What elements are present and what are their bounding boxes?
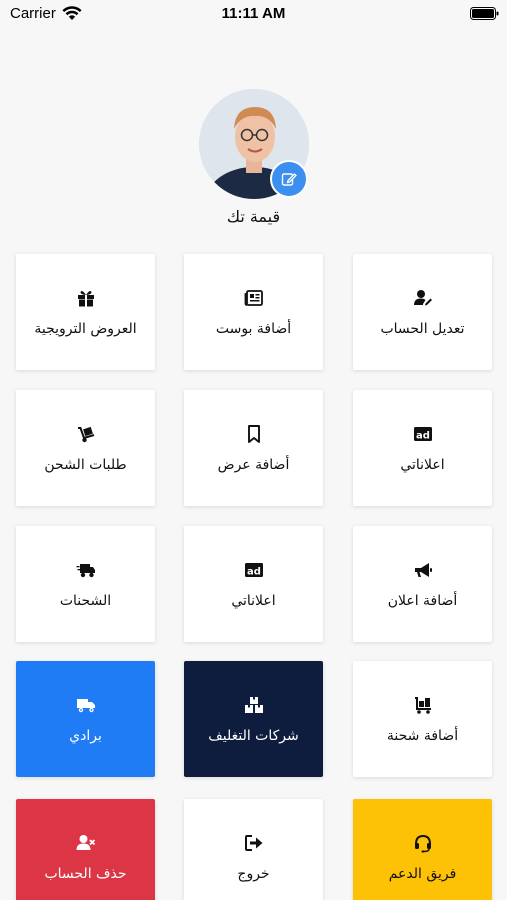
add-offer-card[interactable]: أضافة عرض: [184, 390, 323, 506]
delete-account-card[interactable]: حذف الحساب: [16, 799, 155, 900]
dolly-flatbed-icon: [412, 694, 434, 716]
add-ad-card[interactable]: أضافة اعلان: [353, 526, 492, 642]
svg-text:ad: ad: [247, 567, 261, 578]
menu-label: أضافة شحنة: [386, 728, 459, 744]
shipping-fast-icon: [75, 559, 97, 581]
promotions-card[interactable]: العروض الترويجية: [16, 254, 155, 370]
ad-icon: ad: [243, 559, 265, 581]
menu-label: اعلاناتي: [231, 593, 276, 609]
truck-icon: [75, 694, 97, 716]
refrigerators-card[interactable]: برادي: [16, 661, 155, 777]
logout-card[interactable]: خروج: [184, 799, 323, 900]
menu-label: أضافة اعلان: [387, 593, 458, 609]
headset-icon: [412, 832, 434, 854]
menu-label: طلبات الشحن: [44, 457, 127, 473]
menu-label: العروض الترويجية: [34, 321, 137, 337]
menu-label: خروج: [237, 866, 270, 882]
my-ads-card-2[interactable]: ad اعلاناتي: [184, 526, 323, 642]
user-edit-icon: [412, 287, 434, 309]
menu-label: أضافة بوست: [215, 321, 292, 337]
packaging-companies-card[interactable]: شركات التغليف: [184, 661, 323, 777]
add-shipment-card[interactable]: أضافة شحنة: [353, 661, 492, 777]
bookmark-icon: [243, 423, 265, 445]
edit-account-card[interactable]: تعديل الحساب: [353, 254, 492, 370]
user-remove-icon: [75, 832, 97, 854]
gift-icon: [75, 287, 97, 309]
menu-label: تعديل الحساب: [380, 321, 465, 337]
menu-label: برادي: [69, 728, 102, 744]
my-ads-card[interactable]: ad اعلاناتي: [353, 390, 492, 506]
megaphone-icon: [412, 559, 434, 581]
svg-text:ad: ad: [416, 431, 430, 442]
dolly-icon: [75, 423, 97, 445]
sign-out-icon: [243, 832, 265, 854]
add-post-card[interactable]: أضافة بوست: [184, 254, 323, 370]
boxes-icon: [243, 694, 265, 716]
menu-label: حذف الحساب: [44, 866, 127, 882]
menu-label: شركات التغليف: [208, 728, 299, 744]
screen: Carrier 11:11 AM قيمة تك تعديل الحساب أض…: [0, 0, 507, 900]
shipments-card[interactable]: الشحنات: [16, 526, 155, 642]
support-team-card[interactable]: فريق الدعم: [353, 799, 492, 900]
menu-label: فريق الدعم: [388, 866, 457, 882]
menu-grid: تعديل الحساب أضافة بوست العروض الترويجية…: [0, 0, 507, 900]
menu-label: اعلاناتي: [400, 457, 445, 473]
shipping-requests-card[interactable]: طلبات الشحن: [16, 390, 155, 506]
menu-label: أضافة عرض: [217, 457, 290, 473]
newspaper-icon: [243, 287, 265, 309]
menu-label: الشحنات: [59, 593, 112, 609]
ad-icon: ad: [412, 423, 434, 445]
